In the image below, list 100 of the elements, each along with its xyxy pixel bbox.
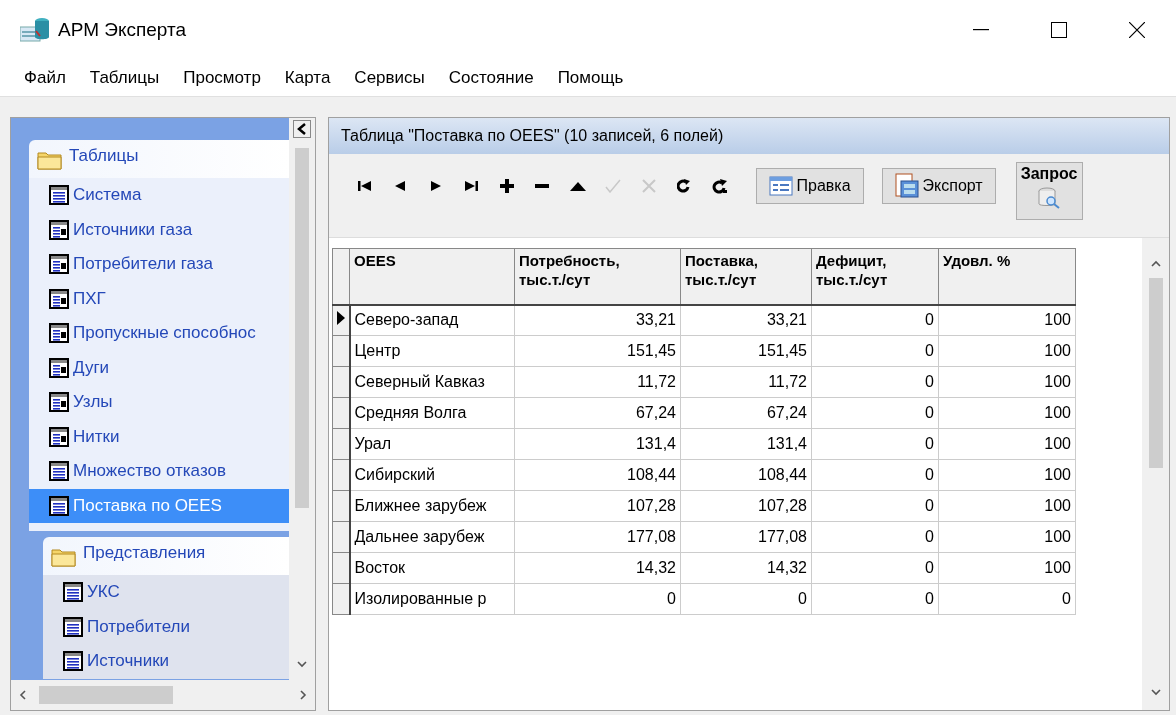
table-cell: 100 <box>938 459 1076 491</box>
first-record-icon <box>357 180 372 192</box>
row-indicator[interactable] <box>332 521 350 553</box>
table-cell: 100 <box>938 490 1076 522</box>
table-icon <box>63 582 83 603</box>
table-cell: 177,08 <box>514 521 681 553</box>
sidebar-item[interactable]: ПХГ <box>29 281 289 316</box>
sidebar-item[interactable]: Узлы <box>29 385 289 420</box>
scroll-left-icon[interactable] <box>17 689 29 701</box>
sidebar-item[interactable]: Пропускные способнос <box>29 316 289 351</box>
plus-icon <box>499 179 514 193</box>
database-search-icon <box>1037 187 1062 209</box>
table-cell: 0 <box>811 335 939 367</box>
table-cell: 11,72 <box>514 366 681 398</box>
table-icon <box>63 651 83 672</box>
maximize-icon <box>1051 22 1067 38</box>
sidebar-item[interactable]: Потребители <box>43 609 289 644</box>
group-header[interactable]: Представления <box>43 537 289 575</box>
table-cell: 0 <box>811 583 939 615</box>
table-icon <box>49 254 69 275</box>
close-icon <box>1129 22 1145 38</box>
menu-item[interactable]: Просмотр <box>171 68 273 88</box>
table-cell: 14,32 <box>680 552 812 584</box>
sidebar-item[interactable]: Дуги <box>29 350 289 385</box>
vertical-scrollbar[interactable] <box>1142 238 1169 710</box>
table-cell: 131,4 <box>680 428 812 460</box>
form-icon <box>768 176 793 196</box>
toolbar-button[interactable]: Правка <box>755 168 864 204</box>
window-title: АРМ Эксперта <box>58 19 187 41</box>
menu-item[interactable]: Файл <box>12 68 78 88</box>
scroll-right-icon[interactable] <box>297 689 309 701</box>
row-indicator[interactable] <box>332 335 350 367</box>
table-icon <box>49 461 69 482</box>
row-indicator[interactable] <box>332 428 350 460</box>
collapse-button[interactable] <box>293 120 311 138</box>
row-indicator[interactable] <box>332 304 350 336</box>
sidebar-item[interactable]: Источники <box>43 644 289 679</box>
previous-record-icon <box>394 180 406 192</box>
last-record-icon <box>464 180 479 192</box>
sidebar-item[interactable]: Множество отказов <box>29 454 289 489</box>
sidebar-item[interactable]: Потребители газа <box>29 247 289 282</box>
table-icon <box>49 219 69 240</box>
table-cell: 100 <box>938 428 1076 460</box>
menu-item[interactable]: Помощь <box>545 68 636 88</box>
table-cell: 100 <box>938 366 1076 398</box>
table-cell: 0 <box>811 459 939 491</box>
table-cell: 0 <box>811 521 939 553</box>
export-icon <box>894 173 919 199</box>
table-cell: 100 <box>938 304 1076 336</box>
menu-item[interactable]: Таблицы <box>77 68 172 88</box>
row-indicator[interactable] <box>332 459 350 491</box>
row-indicator[interactable] <box>332 366 350 398</box>
refresh-arrow-icon <box>711 178 728 194</box>
refresh-icon <box>677 179 692 193</box>
menu-item[interactable]: Карта <box>272 68 343 88</box>
toolbar-button[interactable]: Экспорт <box>881 168 996 204</box>
table-cell: 0 <box>811 366 939 398</box>
table-cell: 67,24 <box>514 397 681 429</box>
row-indicator[interactable] <box>332 490 350 522</box>
column-header[interactable]: Потребность, тыс.т./сут <box>514 248 681 305</box>
menu-item[interactable]: Состояние <box>436 68 546 88</box>
app-icon <box>20 17 50 43</box>
column-header[interactable]: Удовл. % <box>938 248 1076 305</box>
sidebar-item[interactable]: Нитки <box>29 419 289 454</box>
table-cell: 0 <box>811 304 939 336</box>
table-cell: 100 <box>938 335 1076 367</box>
table-cell: Северо-запад <box>349 304 515 336</box>
group-header[interactable]: Таблицы <box>29 140 289 178</box>
menu-item[interactable]: Сервисы <box>342 68 437 88</box>
row-indicator[interactable] <box>332 552 350 584</box>
table-cell: 100 <box>938 397 1076 429</box>
column-header[interactable]: OEES <box>349 248 515 305</box>
minimize-icon <box>973 29 989 31</box>
table-icon <box>49 288 69 309</box>
table-cell: 131,4 <box>514 428 681 460</box>
table-cell: 33,21 <box>680 304 812 336</box>
sidebar-item[interactable]: Источники газа <box>29 212 289 247</box>
scroll-down-icon[interactable] <box>296 658 308 670</box>
table-cell: Северный Кавказ <box>349 366 515 398</box>
column-header[interactable]: Поставка, тыс.т./сут <box>680 248 812 305</box>
scrollbar-thumb[interactable] <box>39 686 173 704</box>
scroll-down-icon[interactable] <box>1149 686 1162 698</box>
table-cell: Изолированные р <box>349 583 515 615</box>
table-icon <box>49 323 69 344</box>
table-cell: 107,28 <box>680 490 812 522</box>
row-indicator[interactable] <box>332 583 350 615</box>
sidebar-item[interactable]: УКС <box>43 575 289 610</box>
table-cell: Средняя Волга <box>349 397 515 429</box>
sidebar-item[interactable]: Система <box>29 178 289 213</box>
column-header[interactable]: Дефицит, тыс.т./сут <box>811 248 939 305</box>
indicator-header <box>332 248 350 305</box>
table-icon <box>49 495 69 516</box>
scrollbar-thumb[interactable] <box>1148 278 1163 468</box>
cross-icon <box>641 179 656 193</box>
toolbar-button[interactable]: Запрос <box>1015 162 1083 220</box>
table-cell: 0 <box>680 583 812 615</box>
panel-title: Таблица "Поставка по OEES" (10 записей, 6 полей) <box>329 118 1169 154</box>
scrollbar-thumb[interactable] <box>295 148 309 508</box>
table-icon <box>49 426 69 447</box>
row-indicator[interactable] <box>332 397 350 429</box>
